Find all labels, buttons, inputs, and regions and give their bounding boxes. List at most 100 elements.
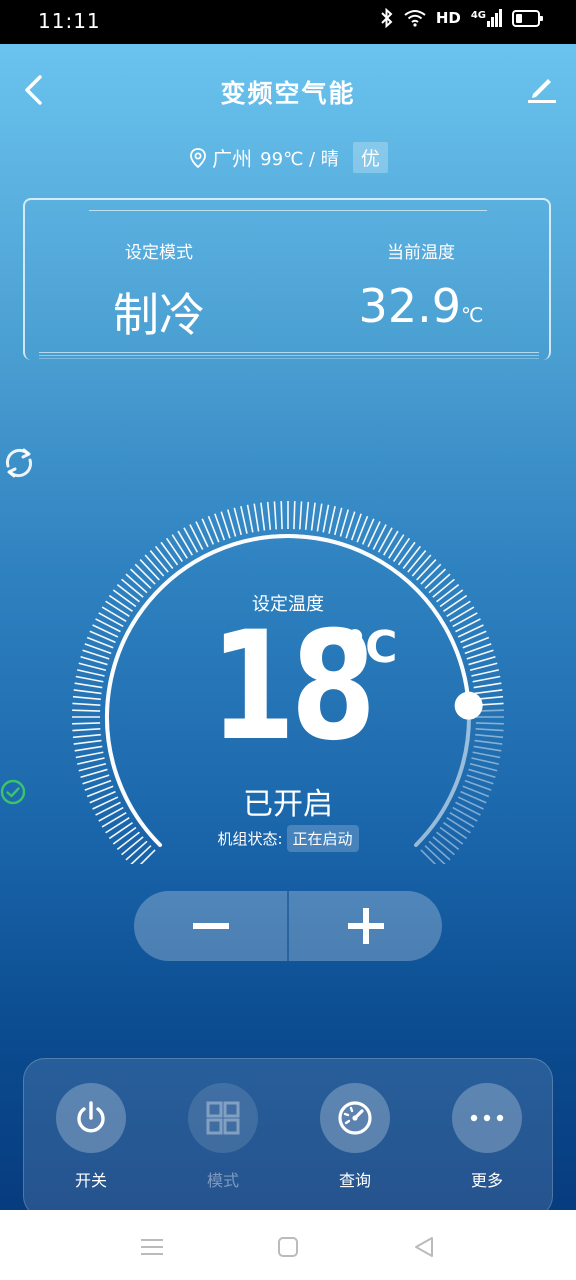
unit-status-label: 机组状态:	[217, 830, 283, 848]
dial-tick	[304, 501, 310, 530]
query-button-circle	[320, 1083, 390, 1153]
signal-icon: 4G	[471, 9, 502, 27]
info-card: 设定模式 制冷 当前温度 32.9℃	[23, 198, 551, 360]
weather-temp: 99℃ / 晴	[260, 148, 339, 170]
mode-label: 模式	[206, 1171, 239, 1190]
dial-tick	[80, 768, 108, 779]
dial-tick	[424, 568, 447, 589]
query-label: 查询	[338, 1171, 371, 1190]
dial-tick	[171, 534, 188, 559]
back-nav-icon[interactable]	[409, 1232, 439, 1262]
dial-tick	[77, 669, 105, 677]
dial-tick	[154, 545, 174, 569]
dial-tick	[471, 757, 499, 765]
dial-tick	[165, 537, 183, 562]
dial-tick	[266, 501, 272, 530]
current-temp-block: 当前温度 32.9℃	[301, 238, 541, 333]
check-circle-icon	[0, 779, 26, 805]
dial-tick	[240, 506, 248, 534]
sync-icon[interactable]	[0, 444, 38, 482]
dial-tick	[144, 554, 165, 577]
network-type: 4G	[470, 10, 486, 21]
weather-city: 广州	[212, 147, 253, 171]
edit-icon[interactable]	[526, 72, 558, 104]
dial-tick	[260, 502, 266, 531]
temperature-dial: 设定温度 18 ℃ 已开启 机组状态: 正在启动	[0, 444, 576, 864]
dial-tick	[233, 507, 243, 536]
query-button[interactable]: 查询	[310, 1083, 400, 1191]
dial-tick	[475, 722, 504, 725]
set-temp-unit: ℃	[344, 622, 398, 673]
dial-knob[interactable]	[454, 691, 483, 720]
dial-tick	[388, 534, 405, 559]
dial-tick	[78, 762, 107, 772]
dial-tick	[129, 568, 152, 589]
temperature-stepper	[134, 891, 442, 961]
dial-tick	[95, 618, 121, 633]
current-temp-unit: ℃	[460, 303, 484, 327]
status-icons: HD 4G	[380, 8, 543, 28]
dial-tick	[367, 521, 381, 548]
power-button[interactable]: 开关	[46, 1083, 136, 1191]
dial-tick	[299, 501, 303, 530]
dial-tick	[474, 739, 503, 745]
dial-tick	[74, 745, 103, 752]
dial-tick	[471, 669, 499, 677]
dial-tick	[72, 722, 101, 725]
card-top-line	[89, 210, 487, 211]
dial-tick	[280, 501, 283, 530]
card-bottom-line-3	[39, 358, 539, 359]
dial-tick	[457, 624, 484, 638]
dial-tick	[469, 662, 498, 672]
dial-tick	[455, 618, 481, 633]
dial-tick	[75, 751, 104, 759]
dial-tick	[139, 558, 160, 581]
dial-tick	[160, 541, 179, 566]
dial-tick	[72, 733, 101, 739]
more-button[interactable]: 更多	[442, 1083, 532, 1191]
dial-tick	[310, 502, 316, 531]
increase-temp-button[interactable]	[289, 891, 442, 961]
location-icon	[190, 147, 207, 168]
dial-tick	[468, 655, 496, 666]
dial-tick	[473, 745, 502, 752]
app-screen: 变频空气能 广州 99℃ / 晴 优 设定模式 制冷 当前温度 32.9℃ 设定…	[0, 44, 576, 1210]
page-title: 变频空气能	[220, 79, 356, 108]
mode-label: 设定模式	[125, 243, 193, 263]
dial-tick	[339, 509, 350, 537]
minus-icon	[192, 923, 229, 929]
dial-tick	[475, 728, 504, 732]
dial-tick	[177, 530, 193, 556]
dial-tick	[253, 503, 260, 532]
dial-tick	[469, 762, 498, 772]
current-temp-value: 32.9	[358, 279, 461, 333]
dial-tick	[407, 550, 427, 573]
more-label: 更多	[470, 1171, 503, 1190]
dial-tick	[473, 682, 502, 689]
dial-tick	[149, 550, 169, 573]
current-temp-reading: 32.9℃	[301, 279, 541, 333]
bluetooth-icon	[381, 8, 393, 28]
dial-tick	[72, 728, 101, 732]
mode-block: 设定模式 制冷	[39, 238, 279, 345]
dial-tick	[72, 695, 101, 701]
dial-tick	[293, 501, 296, 530]
dial-tick	[74, 682, 103, 689]
dial-tick	[377, 527, 393, 553]
mode-button[interactable]: 模式	[178, 1083, 268, 1191]
dial-tick	[372, 524, 387, 550]
home-icon[interactable]	[273, 1232, 303, 1262]
dial-tick	[92, 624, 119, 638]
dial-tick	[474, 689, 503, 695]
dial-tick	[73, 739, 102, 745]
header: 变频空气能	[0, 44, 576, 136]
menu-icon[interactable]	[137, 1232, 167, 1262]
dial-tick	[328, 506, 336, 534]
card-bottom-line-1	[39, 352, 539, 353]
status-time: 11:11	[38, 9, 101, 33]
dial-tick	[416, 558, 437, 581]
dial-tick	[77, 757, 105, 765]
decrease-temp-button[interactable]	[134, 891, 287, 961]
grid-icon	[206, 1101, 240, 1135]
mode-value: 制冷	[113, 288, 205, 342]
